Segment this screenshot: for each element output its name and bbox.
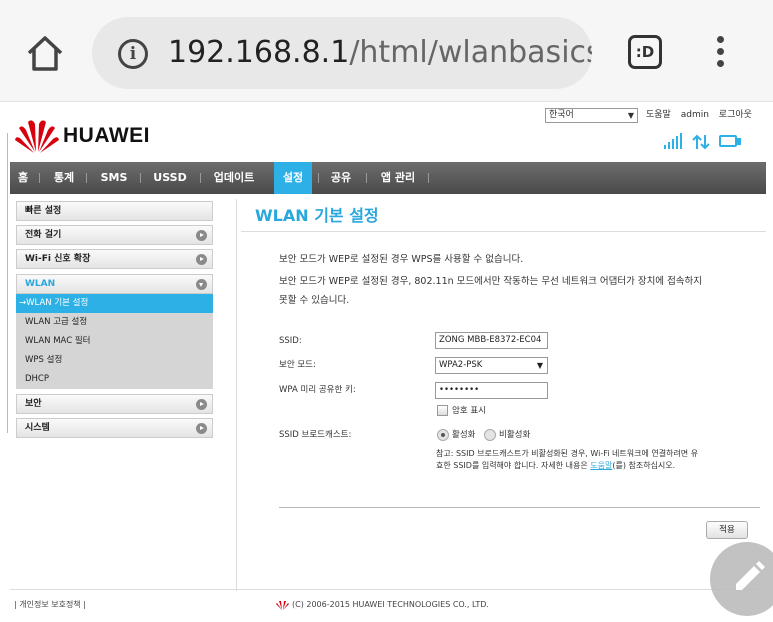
security-mode-label: 보안 모드: xyxy=(279,360,316,370)
nav-home[interactable]: 홈 xyxy=(14,162,32,194)
browser-toolbar: i 192.168.8.1/html/wlanbasicse :D xyxy=(0,0,773,102)
broadcast-enable-label: 활성화 xyxy=(452,430,476,440)
apply-button[interactable]: 적용 xyxy=(706,521,748,539)
status-icons xyxy=(664,133,741,150)
sidebar-item-wifi-extender[interactable]: Wi-Fi 신호 확장 xyxy=(16,249,213,269)
privacy-policy-link[interactable]: | 개인정보 보호정책 | xyxy=(14,599,86,611)
data-transfer-icon xyxy=(692,134,710,150)
wep-note-2: 보안 모드가 WEP로 설정된 경우, 802.11n 모드에서만 작동하는 무… xyxy=(279,276,703,287)
pencil-icon xyxy=(736,561,765,590)
footer-divider xyxy=(10,589,766,590)
broadcast-disable-radio[interactable] xyxy=(484,429,496,441)
nav-ussd[interactable]: USSD xyxy=(150,162,190,194)
nav-statistics[interactable]: 통계 xyxy=(50,162,78,194)
sidebar-item-quick-setup[interactable]: 빠른 설정 xyxy=(16,201,213,221)
content-divider xyxy=(236,199,237,591)
sidebar-subitem-dhcp[interactable]: DHCP xyxy=(16,370,213,389)
huawei-logo: HUAWEI xyxy=(14,116,174,156)
logout-link[interactable]: 로그아웃 xyxy=(719,110,752,120)
sidebar-item-security[interactable]: 보안 xyxy=(16,394,213,414)
expand-arrow-icon xyxy=(196,399,207,410)
language-select[interactable]: 한국어 ▼ xyxy=(545,108,638,123)
ssid-input[interactable]: ZONG MBB-E8372-EC04 xyxy=(435,332,548,349)
psk-input[interactable]: •••••••• xyxy=(435,382,548,399)
expand-arrow-icon xyxy=(196,423,207,434)
nav-app-management[interactable]: 앱 관리 xyxy=(374,162,422,194)
security-mode-select[interactable]: WPA2-PSK ▼ xyxy=(435,357,548,374)
sidebar-subitem-wlan-basic[interactable]: →WLAN 기본 설정 xyxy=(16,294,213,313)
show-password-checkbox[interactable] xyxy=(437,405,448,416)
psk-label: WPA 미리 공유한 키: xyxy=(279,385,356,395)
device-icon xyxy=(719,135,741,147)
dropdown-arrow-icon: ▼ xyxy=(536,361,543,370)
help-link[interactable]: 도움말 xyxy=(646,110,671,120)
huawei-flower-icon xyxy=(15,120,59,153)
top-links: 도움말 admin 로그아웃 xyxy=(646,109,759,122)
ssid-label: SSID: xyxy=(279,336,302,346)
ssid-broadcast-label: SSID 브로드캐스트: xyxy=(279,430,352,440)
form-divider xyxy=(279,507,760,508)
sidebar-subitem-wps[interactable]: WPS 설정 xyxy=(16,351,213,370)
info-icon[interactable]: i xyxy=(118,39,148,69)
user-name: admin xyxy=(680,110,709,120)
nav-settings[interactable]: 설정 xyxy=(274,162,312,194)
main-nav: 홈 통계 SMS USSD 업데이트 설정 공유 앱 관리 xyxy=(10,162,766,194)
nav-update[interactable]: 업데이트 xyxy=(208,162,260,194)
broadcast-hint: 참고: SSID 브로드캐스트가 비활성화된 경우, Wi-Fi 네트워크에 연… xyxy=(436,449,699,470)
broadcast-enable-radio[interactable] xyxy=(437,429,449,441)
tab-switcher-button[interactable]: :D xyxy=(628,35,662,69)
help-inline-link[interactable]: 도움말 xyxy=(590,461,612,470)
address-bar[interactable]: i 192.168.8.1/html/wlanbasicse xyxy=(92,17,592,89)
router-page: HUAWEI 한국어 ▼ 도움말 admin 로그아웃 홈 통계 SMS USSD… xyxy=(0,103,773,622)
home-icon[interactable] xyxy=(24,32,66,74)
expand-arrow-icon xyxy=(196,254,207,265)
overflow-menu-icon[interactable] xyxy=(710,36,730,72)
broadcast-disable-label: 비활성화 xyxy=(499,430,531,440)
dropdown-arrow-icon: ▼ xyxy=(627,111,634,120)
sidebar-item-system[interactable]: 시스템 xyxy=(16,418,213,438)
wep-note-3: 못할 수 있습니다. xyxy=(279,295,350,306)
signal-icon xyxy=(664,133,682,149)
huawei-small-logo-icon xyxy=(276,601,289,610)
expand-arrow-icon xyxy=(196,230,207,241)
nav-share[interactable]: 공유 xyxy=(326,162,356,194)
sidebar-item-wlan[interactable]: WLAN xyxy=(16,274,213,294)
sidebar-subitem-wlan-mac-filter[interactable]: WLAN MAC 필터 xyxy=(16,332,213,351)
edit-fab[interactable] xyxy=(710,542,773,616)
title-divider xyxy=(241,231,766,232)
nav-sms[interactable]: SMS xyxy=(98,162,130,194)
url-text[interactable]: 192.168.8.1/html/wlanbasicse xyxy=(168,35,592,71)
brand-name: HUAWEI xyxy=(63,124,150,147)
sidebar-subitem-wlan-advanced[interactable]: WLAN 고급 설정 xyxy=(16,313,213,332)
collapse-arrow-icon xyxy=(196,279,207,290)
page-title: WLAN 기본 설정 xyxy=(255,206,379,225)
page-edge xyxy=(0,133,8,433)
copyright-text: (C) 2006-2015 HUAWEI TECHNOLOGIES CO., L… xyxy=(292,600,489,609)
sidebar-item-dial-up[interactable]: 전화 걸기 xyxy=(16,225,213,245)
show-password-label: 암호 표시 xyxy=(452,406,486,416)
wep-note-1: 보안 모드가 WEP로 설정된 경우 WPS를 사용할 수 없습니다. xyxy=(279,254,524,265)
